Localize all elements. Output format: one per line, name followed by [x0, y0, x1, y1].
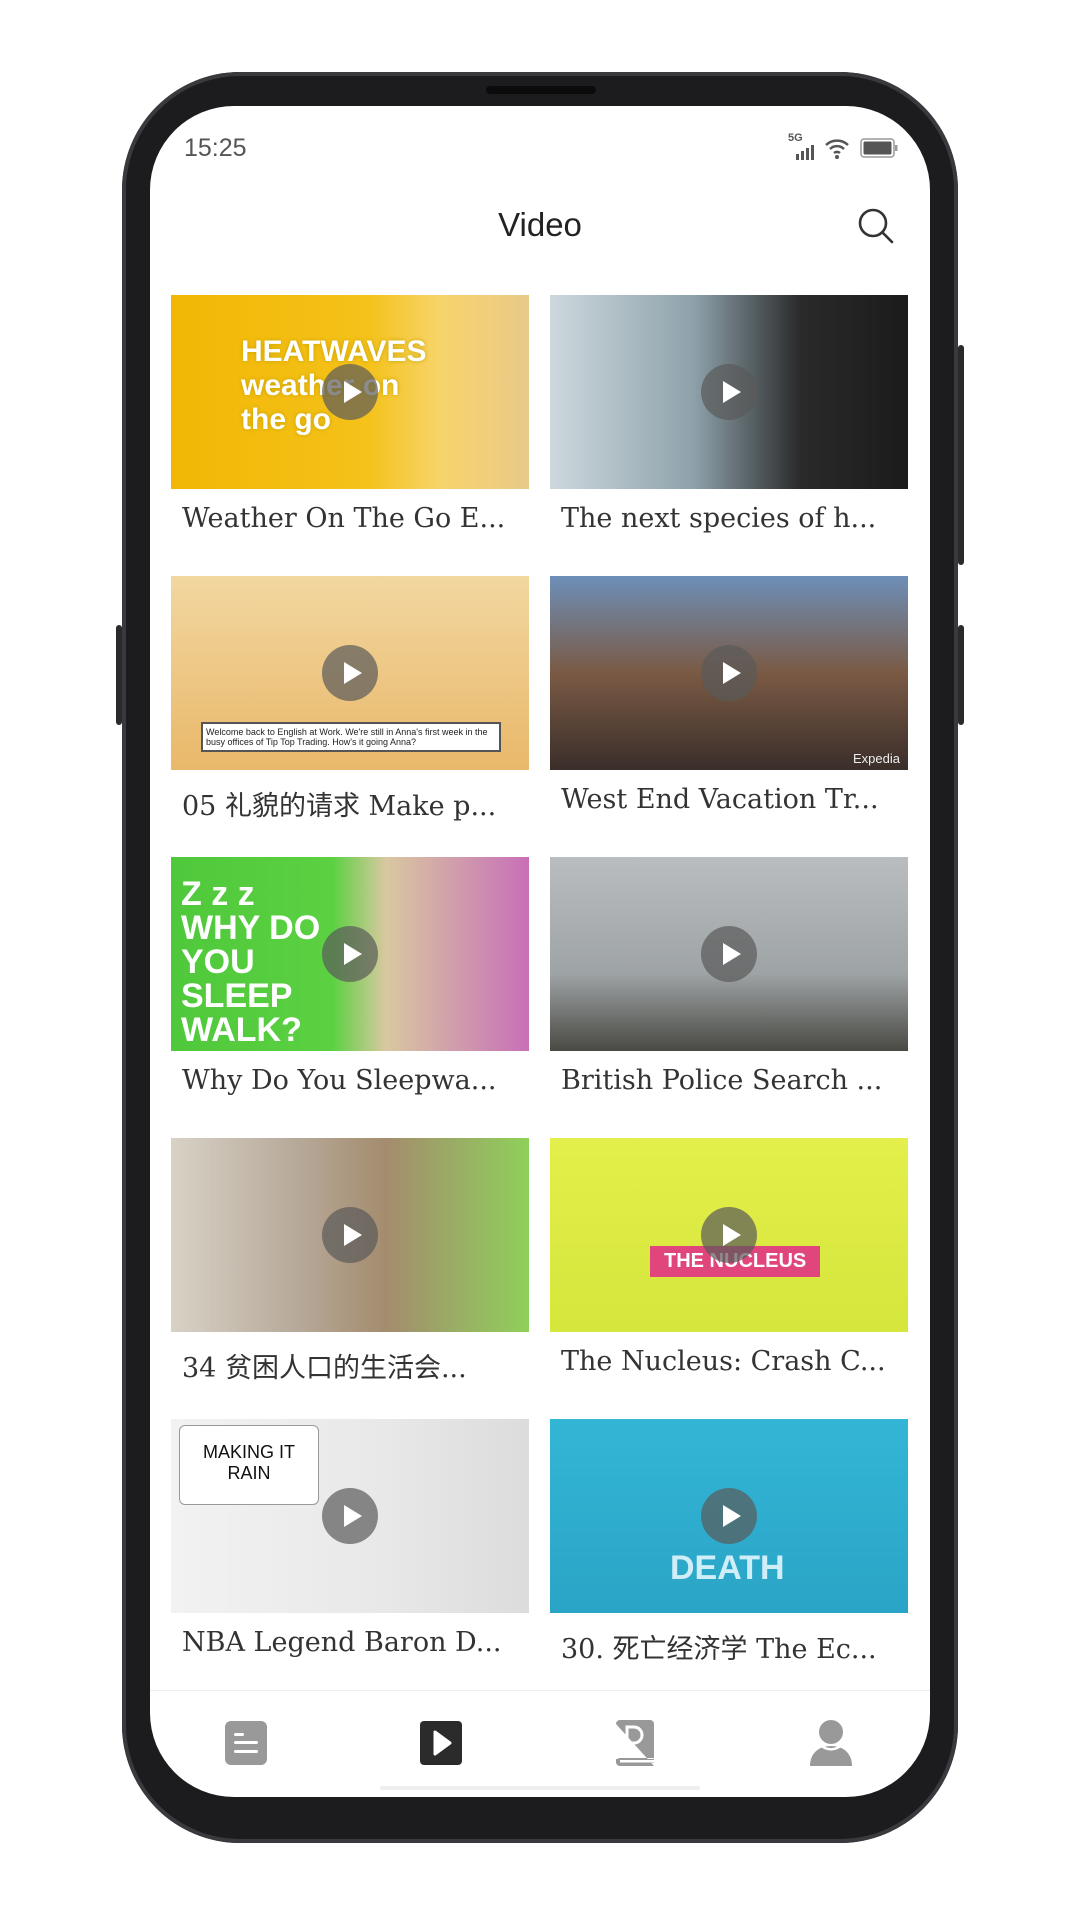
bottom-nav: [150, 1690, 930, 1797]
battery-icon: [860, 138, 898, 158]
video-title: 05 礼貌的请求 Make p...: [182, 791, 497, 822]
user-icon: [810, 1720, 852, 1766]
thumbnail-text: DEATH: [670, 1549, 785, 1587]
video-card[interactable]: British Police Search ...: [550, 857, 908, 1096]
home-indicator[interactable]: [380, 1786, 700, 1790]
video-thumbnail[interactable]: Welcome back to English at Work. We're s…: [171, 576, 529, 770]
video-thumbnail[interactable]: Z z z WHY DO YOU SLEEP WALK?: [171, 857, 529, 1051]
play-button-icon[interactable]: [701, 1207, 757, 1263]
nav-articles[interactable]: [216, 1713, 276, 1773]
volume-button: [116, 625, 122, 725]
power-button: [958, 625, 964, 725]
video-thumbnail[interactable]: HEATWAVES weather on the go: [171, 295, 529, 489]
video-thumbnail[interactable]: [550, 295, 908, 489]
video-title: West End Vacation Tr...: [561, 784, 879, 815]
speaker: [486, 86, 596, 94]
play-button-icon[interactable]: [701, 1488, 757, 1544]
thumbnail-text: Expedia: [853, 751, 900, 766]
play-icon: [420, 1721, 462, 1765]
play-button-icon[interactable]: [322, 645, 378, 701]
video-card[interactable]: HEATWAVES weather on the go Weather On T…: [171, 295, 529, 534]
page-title: Video: [498, 206, 582, 243]
thumbnail-text: MAKING IT RAIN: [179, 1425, 319, 1505]
dictionary-icon: [616, 1720, 654, 1766]
video-title: Why Do You Sleepwa...: [182, 1065, 497, 1096]
video-thumbnail[interactable]: [171, 1138, 529, 1332]
side-button: [958, 345, 964, 565]
video-card[interactable]: Expedia West End Vacation Tr...: [550, 576, 908, 815]
wifi-icon: [825, 139, 849, 159]
video-card[interactable]: DEATH 30. 死亡经济学 The Ec...: [550, 1419, 908, 1666]
document-icon: [225, 1721, 267, 1765]
video-title: The next species of h...: [561, 503, 877, 534]
video-title: 34 贫困人口的生活会...: [182, 1353, 467, 1384]
video-title: 30. 死亡经济学 The Ec...: [561, 1634, 877, 1665]
network-label: 5G: [788, 132, 803, 144]
screen: 15:25 5G Video HEATWAVES weather on the …: [150, 106, 930, 1797]
search-icon[interactable]: [856, 206, 896, 246]
nav-profile[interactable]: [801, 1713, 861, 1773]
status-time: 15:25: [184, 134, 247, 162]
nav-video[interactable]: [411, 1713, 471, 1773]
nav-dictionary[interactable]: [605, 1713, 665, 1773]
play-button-icon[interactable]: [701, 645, 757, 701]
video-title: Weather On The Go E...: [182, 503, 506, 534]
video-card[interactable]: MAKING IT RAIN NBA Legend Baron D...: [171, 1419, 529, 1658]
video-card[interactable]: 34 贫困人口的生活会...: [171, 1138, 529, 1385]
video-title: British Police Search ...: [561, 1065, 883, 1096]
video-thumbnail[interactable]: THE NUCLEUS: [550, 1138, 908, 1332]
video-title: NBA Legend Baron D...: [182, 1627, 502, 1658]
play-button-icon[interactable]: [701, 364, 757, 420]
signal-icon: 5G: [788, 132, 814, 160]
thumbnail-text: Welcome back to English at Work. We're s…: [201, 722, 501, 752]
video-card[interactable]: Welcome back to English at Work. We're s…: [171, 576, 529, 823]
play-button-icon[interactable]: [701, 926, 757, 982]
video-thumbnail[interactable]: DEATH: [550, 1419, 908, 1613]
video-card[interactable]: Z z z WHY DO YOU SLEEP WALK? Why Do You …: [171, 857, 529, 1096]
thumbnail-text: Z z z WHY DO YOU SLEEP WALK?: [181, 875, 321, 1049]
video-thumbnail[interactable]: [550, 857, 908, 1051]
play-button-icon[interactable]: [322, 364, 378, 420]
video-card[interactable]: THE NUCLEUS The Nucleus: Crash C...: [550, 1138, 908, 1377]
video-thumbnail[interactable]: Expedia: [550, 576, 908, 770]
status-icons: 5G: [788, 132, 898, 160]
video-title: The Nucleus: Crash C...: [561, 1346, 886, 1377]
play-button-icon[interactable]: [322, 926, 378, 982]
video-thumbnail[interactable]: MAKING IT RAIN: [171, 1419, 529, 1613]
video-card[interactable]: The next species of h...: [550, 295, 908, 534]
play-button-icon[interactable]: [322, 1488, 378, 1544]
play-button-icon[interactable]: [322, 1207, 378, 1263]
